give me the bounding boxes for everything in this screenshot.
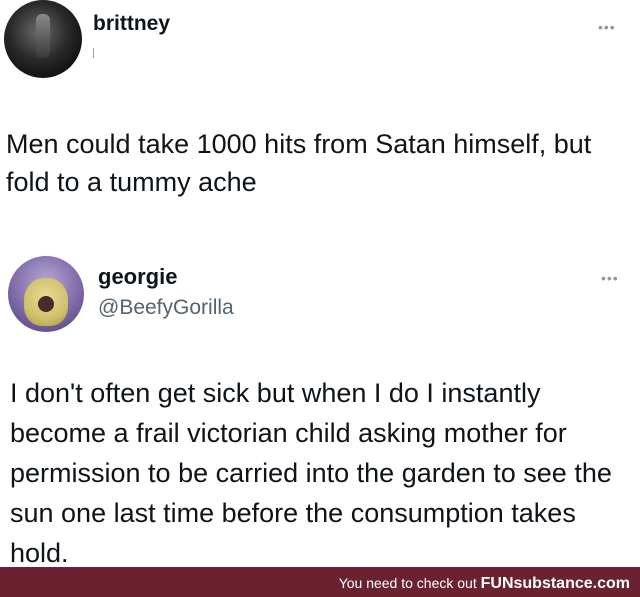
display-name[interactable]: brittney: [93, 12, 170, 36]
more-dots-icon[interactable]: •••: [601, 271, 619, 285]
tweet-text: I don't often get sick but when I do I i…: [10, 378, 612, 568]
watermark-prefix: You need to check out: [338, 575, 481, 591]
watermark-brand: FUNsubstance.com: [480, 575, 630, 592]
display-name[interactable]: georgie: [98, 264, 177, 290]
watermark-banner: You need to check out FUNsubstance.com: [0, 567, 640, 597]
handle-cursor-mark: [93, 48, 94, 58]
avatar-figure: [36, 14, 50, 58]
avatar-mouth: [38, 296, 54, 312]
watermark-text[interactable]: You need to check out FUNsubstance.com: [339, 575, 630, 593]
avatar-brittney[interactable]: [4, 0, 82, 78]
tweet-text: Men could take 1000 hits from Satan hims…: [6, 129, 592, 197]
tweet-georgie: georgie @BeefyGorilla ••• I don't often …: [0, 240, 640, 568]
tweet-brittney: brittney ••• Men could take 1000 hits fr…: [0, 0, 640, 240]
avatar-georgie[interactable]: [8, 256, 84, 332]
more-dots-icon[interactable]: •••: [598, 20, 616, 34]
handle[interactable]: @BeefyGorilla: [98, 296, 234, 320]
